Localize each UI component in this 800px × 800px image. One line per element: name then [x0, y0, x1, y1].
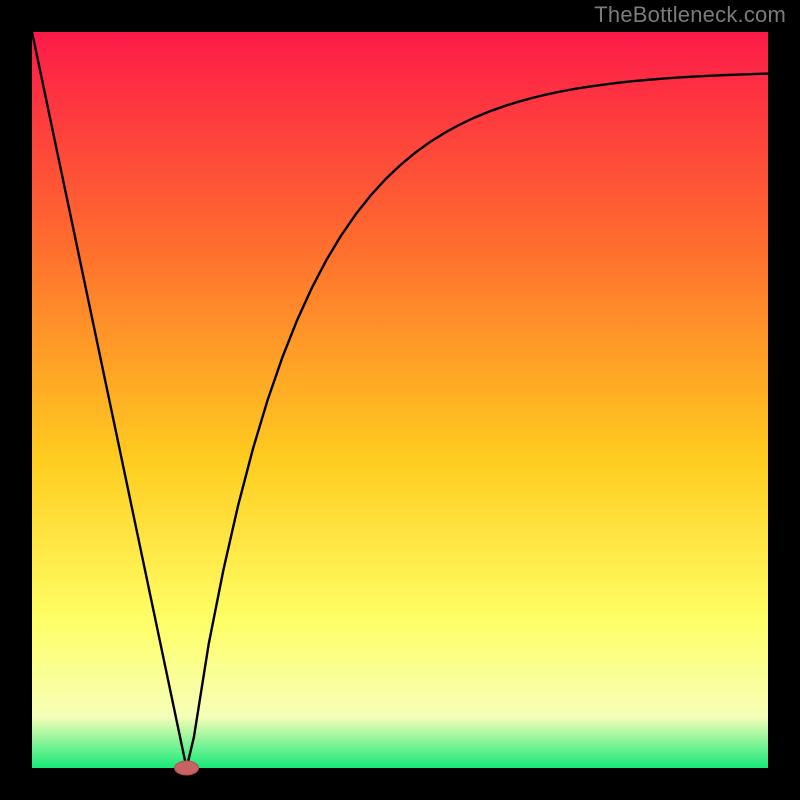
chart-container: TheBottleneck.com: [0, 0, 800, 800]
minimum-marker: [175, 761, 199, 775]
plot-background: [32, 32, 768, 768]
watermark: TheBottleneck.com: [594, 2, 786, 28]
bottleneck-curve-chart: [0, 0, 800, 800]
